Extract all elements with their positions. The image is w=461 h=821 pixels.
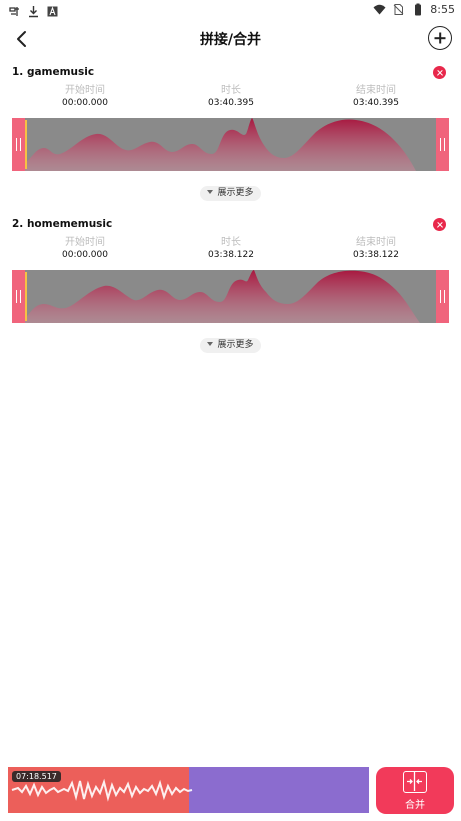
add-track-button[interactable] — [428, 26, 452, 50]
show-more-button[interactable]: 展示更多 — [200, 338, 261, 353]
duration-label: 时长 — [221, 237, 241, 248]
text-icon — [46, 3, 59, 17]
end-time-column: 结束时间 03:38.122 — [326, 236, 426, 262]
trim-end-handle[interactable] — [436, 270, 449, 323]
no-sim-icon — [392, 3, 405, 16]
end-time-column: 结束时间 03:40.395 — [326, 84, 426, 110]
download-icon — [27, 3, 40, 18]
duration-column: 时长 03:40.395 — [181, 84, 281, 110]
start-time-column: 开始时间 00:00.000 — [35, 84, 135, 110]
end-time-value[interactable]: 03:40.395 — [326, 97, 426, 110]
status-time: 8:55 — [430, 3, 455, 16]
end-time-label: 结束时间 — [356, 237, 396, 248]
status-bar: 8:55 — [0, 0, 461, 20]
playhead — [25, 120, 27, 169]
duration-value: 03:40.395 — [208, 98, 254, 108]
waveform — [25, 118, 416, 171]
show-more-label: 展示更多 — [217, 340, 254, 350]
grip-icon — [16, 290, 21, 303]
merge-icon — [403, 771, 427, 793]
track-name: 1. gamemusic — [12, 66, 95, 78]
end-time-value[interactable]: 03:38.122 — [326, 249, 426, 262]
start-time-value[interactable]: 00:00.000 — [35, 97, 135, 110]
grip-icon — [440, 138, 445, 151]
wifi-icon — [373, 3, 386, 16]
trim-end-handle[interactable] — [436, 118, 449, 171]
remove-track-button[interactable] — [433, 66, 446, 79]
app-header: 拼接/合并 — [0, 20, 461, 58]
merge-button-label: 合并 — [405, 800, 425, 811]
start-time-column: 开始时间 00:00.000 — [35, 236, 135, 262]
chevron-down-icon — [207, 190, 214, 194]
preview-waveform — [11, 778, 193, 802]
grip-icon — [16, 138, 21, 151]
track-name: 2. homememusic — [12, 218, 113, 230]
merge-button[interactable]: 合并 — [376, 767, 454, 814]
waveform-trimmer[interactable] — [12, 270, 449, 323]
duration-value: 03:38.122 — [208, 250, 254, 260]
waveform-trimmer[interactable] — [12, 118, 449, 171]
current-time-badge: 07:18.517 — [12, 771, 61, 782]
merged-preview-player[interactable]: 07:18.517 — [8, 767, 369, 813]
chevron-down-icon — [207, 342, 214, 346]
duration-label: 时长 — [221, 85, 241, 96]
start-time-label: 开始时间 — [65, 237, 105, 248]
duration-column: 时长 03:38.122 — [181, 236, 281, 262]
trim-start-handle[interactable] — [12, 118, 25, 171]
show-more-button[interactable]: 展示更多 — [200, 186, 261, 201]
start-time-value[interactable]: 00:00.000 — [35, 249, 135, 262]
playhead — [25, 272, 27, 321]
waveform — [25, 270, 420, 323]
notification-icon — [8, 3, 21, 16]
show-more-label: 展示更多 — [217, 188, 254, 198]
start-time-label: 开始时间 — [65, 85, 105, 96]
battery-icon — [411, 3, 424, 16]
page-title: 拼接/合并 — [199, 32, 262, 48]
trim-start-handle[interactable] — [12, 270, 25, 323]
end-time-label: 结束时间 — [356, 85, 396, 96]
remove-track-button[interactable] — [433, 218, 446, 231]
grip-icon — [440, 290, 445, 303]
